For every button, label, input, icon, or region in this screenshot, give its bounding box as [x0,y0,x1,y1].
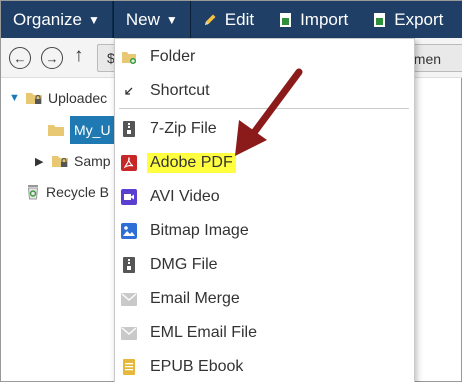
menu-divider [119,108,409,109]
menu-item-label: Email Merge [150,290,240,307]
shortcut-arrow-icon [121,83,137,99]
tree-item-samp[interactable]: ▶ Samp [35,153,111,169]
tree-item-uploaded[interactable]: ▼ Uploadec [9,90,107,106]
envelope-icon [121,325,137,341]
menu-item-label: Folder [150,48,196,65]
envelope-icon [121,291,137,307]
import-button[interactable]: Import [266,1,360,38]
menu-item-bitmap-image[interactable]: Bitmap Image [115,214,414,248]
menu-item-eml-email-file[interactable]: EML Email File [115,316,414,350]
import-label: Import [300,9,349,29]
menu-item-label: Shortcut [150,82,210,99]
menu-item-dmg-file[interactable]: DMG File [115,248,414,282]
menu-item-label: EML Email File [150,324,257,341]
zip-file-icon [121,121,137,137]
menu-item-label: DMG File [150,256,218,273]
menu-item-shortcut[interactable]: Shortcut [115,74,414,108]
pencil-icon [204,14,216,25]
menu-item-7zip[interactable]: 7-Zip File [115,112,414,146]
menu-item-folder[interactable]: Folder [115,40,414,74]
edit-label: Edit [224,9,255,29]
video-icon [121,189,137,205]
new-dropdown-menu: Folder Shortcut 7-Zip File Adobe PDF AVI… [114,38,415,382]
export-icon [374,12,386,27]
export-label: Export [394,9,444,29]
menu-item-label: Adobe PDF [147,153,236,173]
chevron-down-icon: ▼ [87,12,100,27]
menu-item-label: AVI Video [150,188,220,205]
tree-item-label: Samp [74,153,111,169]
tree-item-my-u[interactable]: My_U [47,116,119,144]
tree-item-recycle-bin[interactable]: Recycle B [25,183,109,200]
up-button[interactable]: ↑ [74,45,84,67]
caret-collapsed-icon[interactable]: ▶ [35,155,47,168]
tree-item-label: Uploadec [48,90,108,106]
locked-folder-icon [52,156,68,167]
forward-button[interactable]: → [41,47,63,69]
new-menu-button[interactable]: New ▼ [112,1,191,38]
export-button[interactable]: Export [360,1,455,38]
menu-item-label: EPUB Ebook [150,358,244,375]
menu-item-avi-video[interactable]: AVI Video [115,180,414,214]
new-label: New [125,9,160,29]
locked-folder-icon [26,93,42,104]
chevron-down-icon: ▼ [165,12,178,27]
image-icon [121,223,137,239]
tree-item-label: My_U [70,116,119,144]
dmg-file-icon [121,257,137,273]
back-button[interactable]: ← [9,47,31,69]
folder-icon [48,125,64,136]
folder-plus-icon [121,49,137,65]
menu-item-label: 7-Zip File [150,120,217,137]
tree-item-label: Recycle B [46,183,110,200]
import-icon [280,12,292,27]
menu-item-epub-ebook[interactable]: EPUB Ebook [115,350,414,382]
organize-label: Organize [13,9,82,29]
toolbar: Organize ▼ New ▼ Edit Import Export [1,1,462,38]
pdf-icon [121,155,137,171]
menu-item-label: Bitmap Image [150,222,249,239]
arrow-up-icon: ↑ [74,45,84,66]
edit-button[interactable]: Edit [191,1,266,38]
menu-item-adobe-pdf[interactable]: Adobe PDF [115,146,414,180]
menu-item-email-merge[interactable]: Email Merge [115,282,414,316]
arrow-left-icon: ← [13,50,27,66]
organize-menu-button[interactable]: Organize ▼ [1,1,112,38]
caret-expanded-icon[interactable]: ▼ [9,92,21,104]
arrow-right-icon: → [45,50,59,66]
recycle-bin-icon [27,185,39,200]
ebook-icon [121,359,137,375]
